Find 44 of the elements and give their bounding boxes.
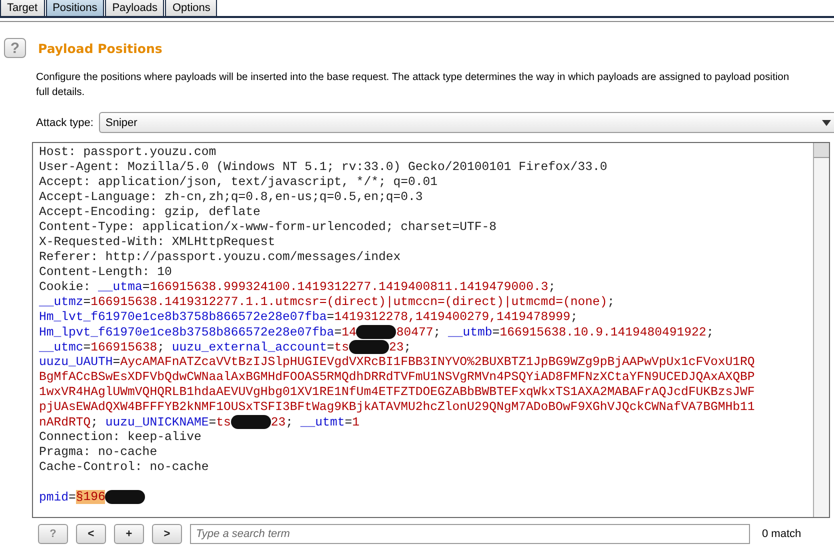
request-line: Accept: application/json, text/javascript, */*; q=0.01 <box>39 175 438 190</box>
request-line: Cache-Control: no-cache <box>39 460 210 475</box>
request-line: X-Requested-With: XMLHttpRequest <box>39 235 276 250</box>
match-count: 0 match <box>762 528 802 540</box>
request-line: Connection: keep-alive <box>39 430 202 445</box>
request-line: Hm_lvt_f61970e1ce8b3758b866572e28e07fba=1419312278,1419400279,1419478999; <box>39 310 579 325</box>
request-line: pjUAsEWAdQXW4BFFFYB2kNMF1OUSxTSFI3BFtWag9KBjkATAVMU2hcZlonU29QNgM7ADoBOwF9XGhVJQckCWNafVA7BGMHb11 <box>39 400 756 415</box>
search-nav-button[interactable]: < <box>76 524 106 544</box>
description-text: Configure the positions where payloads will be inserted into the base request. The attack type determines the way in which payloads are assigned to payload position <box>35 71 790 85</box>
request-line: Accept-Encoding: gzip, deflate <box>39 205 262 220</box>
request-line: Pragma: no-cache <box>39 445 158 460</box>
request-line: 1wxVR4HAglUWmVQHQRLB1hdaAEVUVgHbg01XV1RE1NfUm4ETFZTDOEGZABbBWBTEFxqWkxTS1AXA2MABAFrAQJcdFUKBzsJWF <box>39 385 756 400</box>
request-line: Referer: http://passport.youzu.com/messages/index <box>39 250 402 265</box>
request-line: uuzu_UAUTH=AycAMAFnATZcaVVtBzIJSlpHUGIEVgdVXRcBI1FBB3INYVO%2BUXBTZ1JpBG9WZg9pBjAAPwVpUx1cFVoxU1RQ <box>39 355 756 370</box>
section-title: Payload Positions <box>38 40 162 56</box>
request-line: pmid=§196 <box>39 490 813 505</box>
request-line: Hm_lpvt_f61970e1ce8b3758b866572e28e07fba=14 80477; __utmb=166915638.10.9.1419480491922; <box>39 325 715 340</box>
request-editor[interactable] <box>32 142 830 518</box>
scrollbar[interactable] <box>813 143 829 517</box>
request-line: Content-Length: 10 <box>39 265 173 280</box>
attack-type-dropdown[interactable]: Sniper <box>99 112 834 133</box>
request-line: Host: passport.youzu.com <box>39 145 218 160</box>
description-text: full details. <box>35 86 86 100</box>
tab[interactable]: Payloads <box>105 0 164 16</box>
request-line: User-Agent: Mozilla/5.0 (Windows NT 5.1; rv:33.0) Gecko/20100101 Firefox/33.0 <box>39 160 608 175</box>
tab[interactable]: Positions <box>46 0 104 16</box>
search-nav-button[interactable]: + <box>114 524 144 544</box>
caret-icon <box>822 120 831 126</box>
redaction-mark <box>356 325 396 339</box>
attack-type-label: Attack type: <box>36 116 94 128</box>
search-nav-button[interactable]: > <box>152 524 182 544</box>
search-field[interactable]: Type a search term <box>190 524 750 544</box>
tab[interactable]: Target <box>0 0 45 16</box>
request-line: Accept-Language: zh-cn,zh;q=0.8,en-us;q=0.5,en;q=0.3 <box>39 190 424 205</box>
tab[interactable]: Options <box>165 0 218 16</box>
redaction-mark <box>230 415 271 429</box>
redaction-mark <box>105 490 146 504</box>
request-line: __utmz=166915638.1419312277.1.1.utmcsr=(direct)|utmccn=(direct)|utmcmd=(none); <box>39 295 616 310</box>
request-line: Cookie: __utma=166915638.999324100.1419312277.1419400811.1419479000.3; <box>39 280 557 295</box>
redaction-mark <box>348 340 389 354</box>
request-line: nARdRTQ; uuzu_UNICKNAME=ts 23; __utmt=1 <box>39 415 360 430</box>
request-line: BgMfACcBSwEsXDFVbQdwCWNaalAxBGMHdFOOAS5RMQdhDRRdTVFmU1NSVgRMVn4PSQYiAD8FMFNzXCtaYFN9UCEDJQAxAXQBP <box>39 370 756 385</box>
request-line: Content-Type: application/x-www-form-urlencoded; charset=UTF-8 <box>39 220 498 235</box>
request-line: __utmc=166915638; uuzu_external_account=ts 23; <box>39 340 412 355</box>
